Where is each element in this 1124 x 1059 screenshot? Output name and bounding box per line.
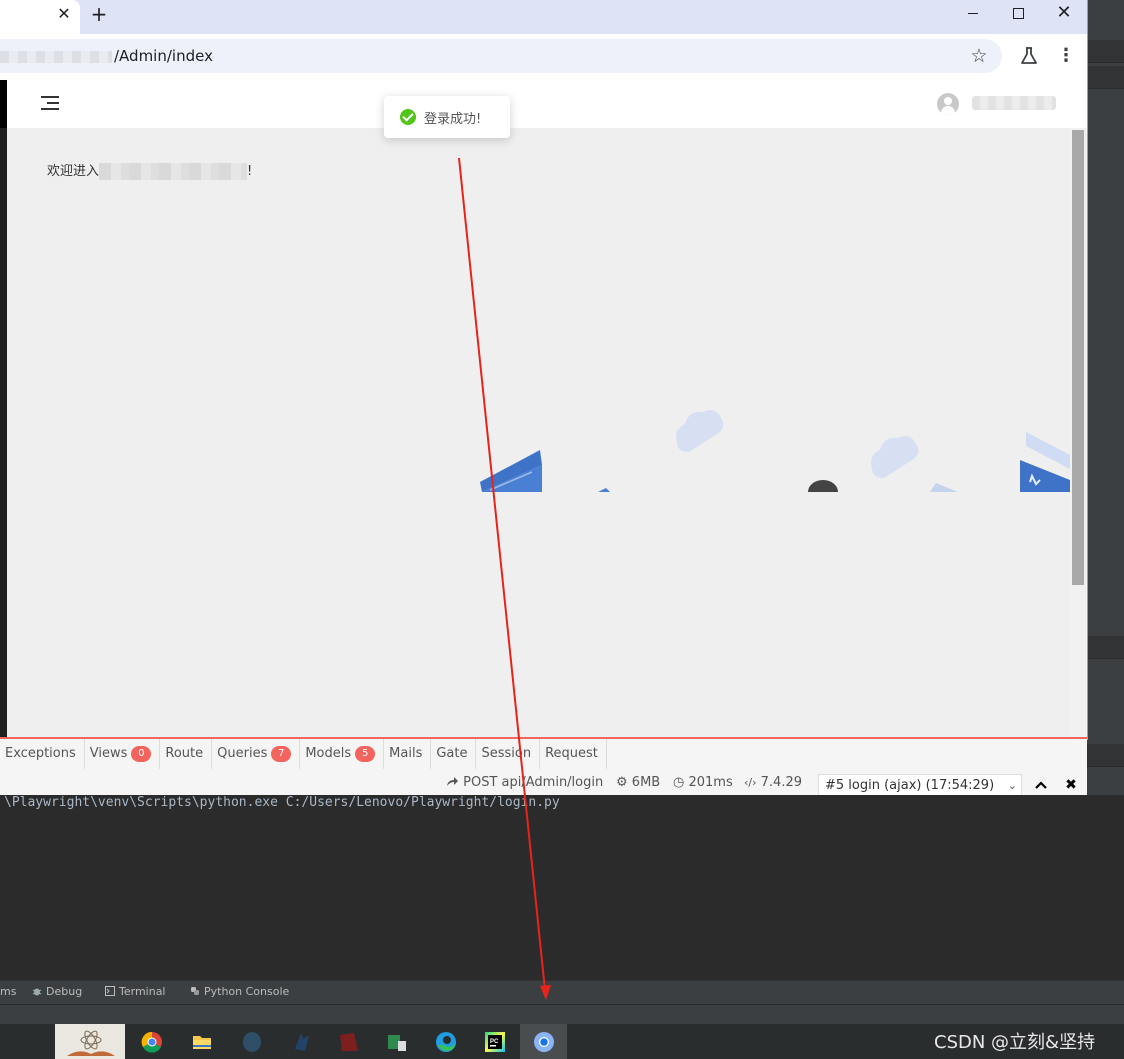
svg-text:PC: PC: [490, 1039, 499, 1045]
url-text: /Admin/index: [114, 47, 213, 65]
debug-tab-models[interactable]: Models 5: [300, 739, 385, 769]
browser-toolbar: /Admin/index ☆ ⋮: [0, 34, 1087, 80]
console-command: \Playwright\venv\Scripts\python.exe C:/U…: [4, 795, 560, 810]
tool-tab-debug[interactable]: Debug: [32, 985, 82, 998]
debug-tab-session[interactable]: Session: [476, 739, 541, 769]
request-route: POST api/Admin/login: [463, 775, 604, 790]
ide-band: [1087, 636, 1124, 659]
browser-window: ✕ + ✕ /Admin/index ☆ ⋮ 欢迎进入!: [0, 0, 1088, 740]
time-info: ◷ 201ms: [673, 772, 733, 794]
php-version-info: ‹/› 7.4.29: [744, 772, 802, 794]
folder-icon[interactable]: [178, 1024, 225, 1059]
chevron-down-icon: ⌄: [1007, 779, 1017, 792]
app-icon[interactable]: [373, 1024, 420, 1059]
address-bar[interactable]: /Admin/index ☆: [0, 39, 1002, 73]
page-scrollbar-thumb[interactable]: [1072, 130, 1084, 585]
tab-close-icon[interactable]: ✕: [54, 4, 74, 24]
run-console: \Playwright\venv\Scripts\python.exe C:/U…: [0, 795, 1124, 980]
debug-tab-queries[interactable]: Queries 7: [212, 739, 301, 769]
ide-status-bar: [0, 1004, 1124, 1025]
close-icon[interactable]: ✖: [1062, 774, 1080, 796]
debug-tab-exceptions[interactable]: Exceptions: [0, 739, 85, 769]
edge-icon[interactable]: [422, 1024, 469, 1059]
debugbar-tabs: Exceptions Views 0 Route Queries 7 Models 5…: [0, 739, 607, 769]
app-icon[interactable]: [278, 1024, 325, 1059]
star-icon[interactable]: ☆: [968, 45, 990, 67]
chrome-icon[interactable]: [128, 1024, 175, 1059]
debug-tab-gate[interactable]: Gate: [431, 739, 477, 769]
url-redacted: [0, 51, 112, 63]
debug-tab-mails[interactable]: Mails: [384, 739, 432, 769]
welcome-suffix: !: [247, 164, 253, 179]
request-info: POST api/Admin/login: [446, 772, 603, 794]
avatar-icon[interactable]: [937, 93, 959, 115]
csdn-watermark: CSDN @立刻&坚持: [934, 1032, 1096, 1053]
ide-band: [1087, 40, 1124, 63]
pycharm-icon[interactable]: PC: [471, 1024, 518, 1059]
person-illustration: [808, 480, 838, 492]
window-close-button[interactable]: ✕: [1041, 0, 1087, 28]
labs-flask-icon[interactable]: [1018, 45, 1040, 67]
clock-icon: ◷: [673, 775, 685, 790]
kebab-menu-icon[interactable]: ⋮: [1055, 45, 1077, 67]
memory-value: 6MB: [631, 775, 661, 790]
hamburger-icon[interactable]: [41, 96, 59, 110]
chrome-icon[interactable]: [520, 1024, 567, 1059]
debug-tab-views[interactable]: Views 0: [85, 739, 161, 769]
site-name-redacted: [99, 163, 248, 180]
box-illustration: [930, 483, 958, 492]
python-icon: [191, 987, 199, 995]
count-badge: 7: [271, 746, 292, 762]
app-icon[interactable]: [228, 1024, 275, 1059]
debug-tab-route[interactable]: Route: [160, 739, 213, 769]
bug-icon: [32, 988, 42, 996]
request-select[interactable]: #5 login (ajax) (17:54:29) ⌄: [818, 774, 1022, 796]
request-select-value: #5 login (ajax) (17:54:29): [825, 778, 995, 793]
browser-tab[interactable]: ✕: [0, 0, 80, 34]
code-icon: ‹/›: [744, 776, 757, 789]
tool-tab-partial[interactable]: ms: [0, 985, 16, 998]
terminal-icon: [105, 986, 115, 996]
debugbar: Exceptions Views 0 Route Queries 7 Models 5…: [0, 737, 1087, 797]
laptop-illustration: [480, 450, 610, 492]
cloud-illustration: [676, 410, 919, 478]
maximize-button[interactable]: [995, 0, 1041, 28]
count-badge: 5: [355, 746, 376, 762]
tab-strip: ✕ + ✕: [0, 0, 1087, 34]
username-redacted[interactable]: [972, 96, 1056, 110]
debug-tab-request[interactable]: Request: [540, 739, 607, 769]
success-toast: 登录成功!: [384, 96, 510, 138]
chevron-up-icon[interactable]: [1032, 774, 1050, 796]
welcome-text: 欢迎进入!: [47, 160, 252, 180]
atom-app-icon[interactable]: [55, 1024, 125, 1059]
minimize-button[interactable]: [950, 0, 996, 28]
count-badge: 0: [131, 746, 152, 762]
ide-background: [1087, 0, 1124, 800]
board-illustration: [1020, 432, 1072, 492]
share-icon: [447, 777, 458, 786]
admin-header: [7, 80, 1087, 128]
tool-tab-terminal[interactable]: Terminal: [105, 985, 166, 998]
memory-icon: ⚙: [616, 775, 628, 790]
memory-info: ⚙ 6MB: [616, 772, 660, 794]
tool-tab-python-console[interactable]: Python Console: [190, 985, 289, 998]
time-value: 201ms: [688, 775, 733, 790]
success-check-icon: [400, 109, 416, 125]
ide-band: [1087, 744, 1124, 767]
php-version-value: 7.4.29: [760, 775, 803, 790]
side-menu-collapsed: [0, 80, 7, 740]
welcome-prefix: 欢迎进入: [47, 164, 100, 179]
ide-band: [1087, 66, 1124, 89]
toast-message: 登录成功!: [424, 112, 482, 127]
app-icon[interactable]: [325, 1024, 372, 1059]
new-tab-icon[interactable]: +: [88, 3, 110, 25]
page-viewport: 欢迎进入!: [0, 80, 1087, 740]
ide-tool-tabs: ms Debug Terminal Python Console: [0, 980, 1124, 1005]
